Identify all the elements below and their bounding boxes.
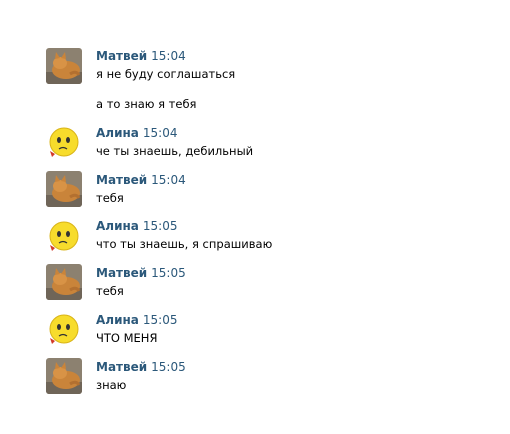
message-author[interactable]: Матвей 15:04 (96, 49, 186, 63)
message-author[interactable]: Матвей 15:04 (96, 173, 186, 187)
message-text: что ты знаешь, я спрашиваю (96, 237, 273, 251)
message-time: 15:05 (151, 266, 186, 280)
avatar[interactable] (46, 358, 82, 394)
cat-photo-icon (46, 171, 82, 207)
avatar[interactable] (46, 124, 82, 160)
avatar[interactable] (46, 171, 82, 207)
message-time: 15:04 (151, 49, 186, 63)
message-author[interactable]: Матвей 15:05 (96, 266, 186, 280)
message-time: 15:04 (142, 126, 178, 140)
message-author[interactable]: Алина 15:05 (96, 313, 177, 327)
message-text: я не буду соглашаться (96, 67, 236, 81)
message-text: тебя (96, 191, 124, 205)
author-name[interactable]: Матвей (96, 49, 147, 63)
author-name[interactable]: Алина (96, 126, 139, 140)
author-name[interactable]: Алина (96, 313, 139, 327)
message-time: 15:05 (142, 313, 178, 327)
cat-photo-icon (46, 264, 82, 300)
avatar[interactable] (46, 264, 82, 300)
message-text: тебя (96, 284, 124, 298)
avatar[interactable] (46, 48, 82, 84)
message-author[interactable]: Алина 15:05 (96, 219, 177, 233)
message-time: 15:04 (151, 173, 186, 187)
avatar[interactable] (46, 218, 82, 254)
chat-history: Матвей 15:04 я не буду соглашаться а то з… (0, 0, 510, 434)
author-name[interactable]: Матвей (96, 266, 147, 280)
cat-photo-icon (46, 358, 82, 394)
author-name[interactable]: Алина (96, 219, 139, 233)
message-text: а то знаю я тебя (96, 97, 197, 111)
author-name[interactable]: Матвей (96, 173, 147, 187)
message-time: 15:05 (142, 219, 178, 233)
message-text: ЧТО МЕНЯ (96, 331, 158, 345)
author-name[interactable]: Матвей (96, 360, 147, 374)
message-text: че ты знаешь, дебильный (96, 144, 254, 158)
message-author[interactable]: Матвей 15:05 (96, 360, 186, 374)
message-author[interactable]: Алина 15:04 (96, 126, 177, 140)
avatar[interactable] (46, 311, 82, 347)
sad-smiley-icon (46, 218, 82, 254)
cat-photo-icon (46, 48, 82, 84)
sad-smiley-icon (46, 124, 82, 160)
sad-smiley-icon (46, 311, 82, 347)
message-text: знаю (96, 378, 127, 392)
message-time: 15:05 (151, 360, 186, 374)
